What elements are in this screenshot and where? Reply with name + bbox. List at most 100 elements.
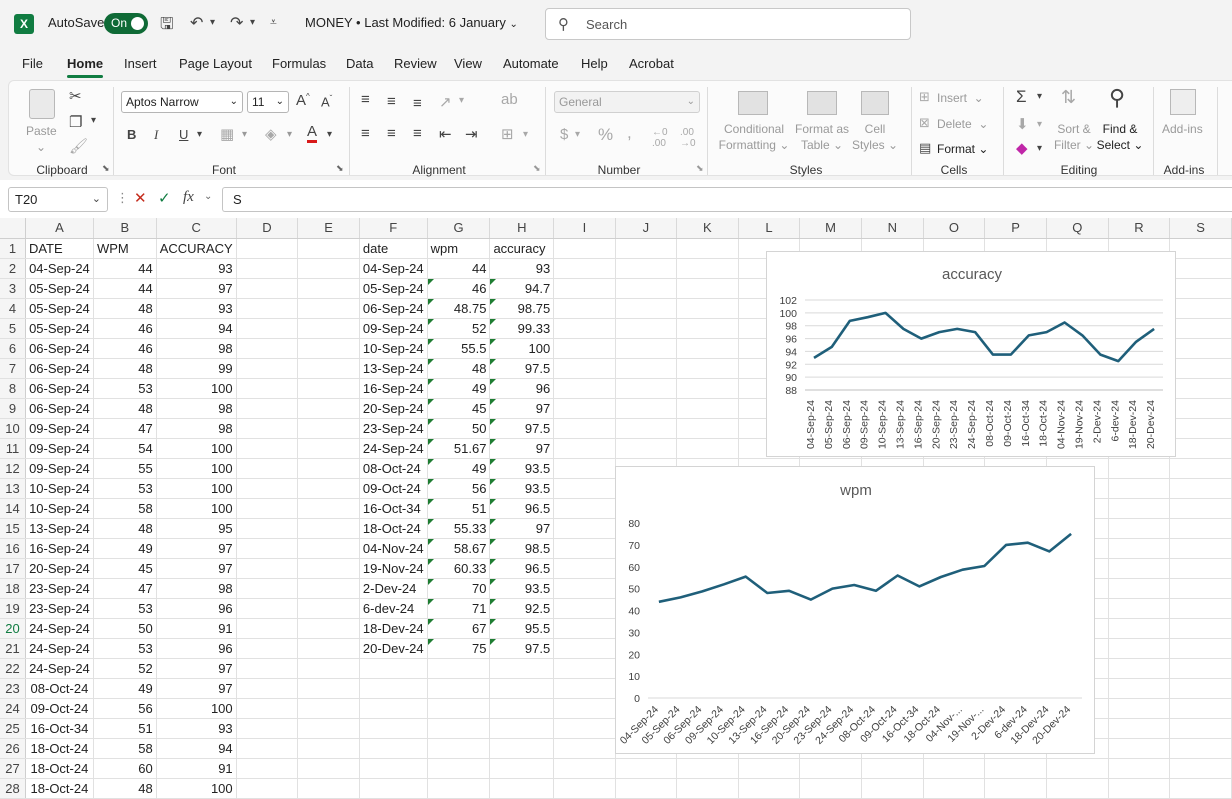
column-header[interactable]: S [1169,218,1232,239]
redo-icon[interactable]: ↷ [230,13,243,33]
name-box[interactable]: T20 ⌄ [8,187,108,212]
cell[interactable] [553,338,616,359]
column-header[interactable]: N [861,218,924,239]
cell[interactable]: 55.5 [427,338,491,359]
cell[interactable] [1169,278,1232,299]
cell[interactable] [297,358,360,379]
format-cells-icon[interactable]: ▤ [919,140,931,156]
orientation-dropdown-icon[interactable]: ▾ [459,95,464,106]
wpm-chart[interactable]: wpm 0 10 20 30 40 50 60 70 80 04-Sep-24 05-Sep-24 06… [615,466,1095,754]
decrease-decimal-icon[interactable]: .00 →0 [680,127,696,149]
cell[interactable] [1169,638,1232,659]
column-header[interactable]: J [615,218,678,239]
italic-button[interactable]: I [154,127,158,143]
increase-font-icon[interactable]: A^ [296,92,310,109]
cell[interactable]: 93.5 [489,458,555,479]
column-header[interactable]: Q [1046,218,1109,239]
cell[interactable]: 10-Sep-24 [25,498,94,519]
cell[interactable] [359,738,428,759]
cell[interactable] [1169,418,1232,439]
cell[interactable]: 6-dev-24 [359,598,428,619]
tab-view[interactable]: View [454,56,482,71]
cell[interactable] [236,578,299,599]
cell[interactable] [427,658,491,679]
cell[interactable]: 100 [156,698,237,719]
cell[interactable] [799,778,862,799]
currency-dropdown-icon[interactable]: ▾ [575,129,580,140]
cell[interactable]: 93 [156,258,237,279]
column-header[interactable]: C [156,218,237,239]
cell[interactable] [676,338,739,359]
cell[interactable]: 54 [93,438,157,459]
cell[interactable] [676,438,739,459]
cell[interactable]: 97.5 [489,358,555,379]
addins-icon[interactable] [1170,89,1196,115]
sort-filter-icon[interactable]: ⇅ [1061,87,1076,108]
cell[interactable] [553,278,616,299]
cell[interactable]: 09-Oct-24 [25,698,94,719]
cell[interactable] [1108,638,1171,659]
cell[interactable] [1108,578,1171,599]
cell[interactable]: 49 [427,378,491,399]
cell[interactable] [359,678,428,699]
cell[interactable]: 20-Dev-24 [359,638,428,659]
cell[interactable] [236,658,299,679]
cell[interactable]: 2-Dev-24 [359,578,428,599]
cell[interactable]: 24-Sep-24 [25,618,94,639]
cell[interactable] [236,698,299,719]
tab-file[interactable]: File [22,56,43,71]
cell[interactable]: 50 [93,618,157,639]
cell[interactable] [676,758,739,779]
cell[interactable] [1169,358,1232,379]
redo-dropdown-icon[interactable]: ▾ [250,17,255,28]
cell[interactable]: 48 [93,518,157,539]
cell[interactable]: 58.67 [427,538,491,559]
cell[interactable] [297,298,360,319]
cell[interactable] [427,718,491,739]
underline-dropdown-icon[interactable]: ▾ [197,129,202,140]
cell[interactable]: 52 [93,658,157,679]
cell[interactable] [1046,778,1109,799]
cell[interactable]: 70 [427,578,491,599]
cell[interactable]: 91 [156,758,237,779]
cell[interactable] [676,238,739,259]
row-header[interactable]: 28 [0,778,26,799]
cell[interactable] [297,338,360,359]
cell[interactable] [861,778,924,799]
decrease-indent-icon[interactable]: ⇤ [439,125,452,143]
row-header[interactable]: 12 [0,458,26,479]
row-header[interactable]: 7 [0,358,26,379]
cell[interactable]: 98 [156,578,237,599]
cell[interactable] [923,778,986,799]
cell[interactable] [676,778,739,799]
cell[interactable] [615,758,678,779]
cell[interactable] [297,258,360,279]
cell[interactable] [1169,258,1232,279]
cell[interactable]: 48.75 [427,298,491,319]
cell[interactable] [553,638,616,659]
tab-automate[interactable]: Automate [503,56,559,71]
cell[interactable] [676,418,739,439]
cell[interactable]: 98 [156,398,237,419]
cell[interactable] [553,778,616,799]
font-size-select[interactable]: 11 ⌄ [247,91,289,113]
cell[interactable] [553,658,616,679]
decrease-font-icon[interactable]: Aˇ [321,94,332,109]
underline-button[interactable]: U [179,127,188,142]
cell[interactable] [1169,438,1232,459]
cell[interactable]: 50 [427,418,491,439]
cell[interactable]: 94.7 [489,278,555,299]
cell[interactable] [236,778,299,799]
undo-icon[interactable]: ↶ [190,13,203,33]
cell[interactable]: 06-Sep-24 [25,338,94,359]
cell[interactable]: 100 [156,458,237,479]
copy-dropdown-icon[interactable]: ▾ [91,115,96,126]
format-cells-button[interactable]: Format ⌄ [937,141,988,157]
column-header[interactable]: A [25,218,94,239]
cell[interactable]: 91 [156,618,237,639]
tab-page-layout[interactable]: Page Layout [179,56,252,71]
cell[interactable] [1169,698,1232,719]
cell[interactable] [1108,658,1171,679]
cell[interactable] [297,698,360,719]
paste-icon[interactable] [29,89,55,119]
